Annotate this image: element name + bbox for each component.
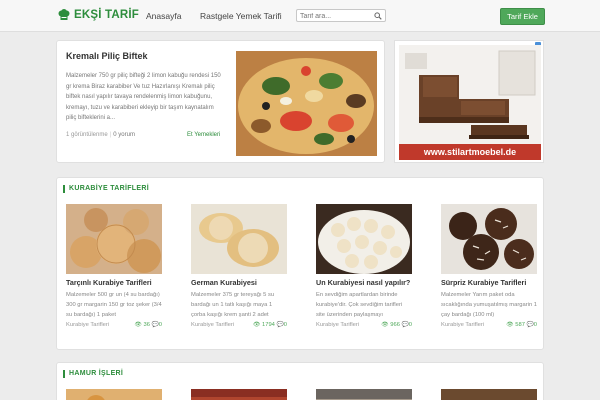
search-icon[interactable] [374,12,382,20]
meta-separator: | [109,132,112,138]
recipe-description: Malzemeler 375 gr tereyağı 5 su bardağı … [191,292,275,318]
recipe-comments: 0 [533,322,537,328]
view-icon: 👁 [506,322,514,328]
recipe-category[interactable]: Kurabiye Tarifleri [66,322,109,328]
recipe-comments: 0 [283,322,287,328]
recipe-stats: 👁 1794 💬0 [253,322,287,328]
advertisement-banner[interactable]: www.stilartmoebel.de [394,40,544,163]
recipe-meta: Kurabiye Tarifleri 👁 1794 💬0 [191,322,287,328]
recipe-title[interactable]: Un Kurabiyesi nasıl yapılır? [316,278,412,287]
comment-icon: 💬 [276,322,284,328]
recipe-meta: Kurabiye Tarifleri 👁 966 💬0 [316,322,412,328]
recipe-image[interactable] [441,389,537,400]
site-logo[interactable]: EKŞİ TARİF [57,8,139,22]
recipe-image[interactable] [66,204,162,274]
recipe-title[interactable]: Tarçınlı Kurabiye Tarifleri [66,278,162,287]
featured-recipe-description: Malzemeler 750 gr piliç bifteği 2 limon … [66,73,221,121]
recipe-stats: 👁 587 💬0 [506,322,537,328]
recipe-description: Malzemeler 500 gr un (4 su bardağı) 300 … [66,292,162,318]
search-box [296,9,386,22]
recipe-description: Malzemeler Yarım paket oda sıcaklığında … [441,292,537,318]
featured-views-count: 1 görüntülenme [66,132,108,138]
chef-hat-icon [58,9,70,20]
featured-recipe-image[interactable] [236,51,377,156]
top-navbar: EKŞİ TARİF Anasayfa Rastgele Yemek Tarif… [0,0,600,32]
recipe-card[interactable]: Sürpriz Kurabiye Tarifleri Malzemeler Ya… [441,204,537,328]
recipe-card[interactable]: Tarçınlı Kurabiye Tarifleri Malzemeler 5… [66,204,162,328]
featured-recipe-card[interactable]: Kremalı Piliç Biftek Malzemeler 750 gr p… [56,40,385,163]
recipe-image[interactable] [191,204,287,274]
section-kurabiye: KURABİYE TARİFLERİ Tarçınlı Kurabiye Tar… [56,177,544,350]
featured-comments-count[interactable]: 0 yorum [113,132,135,138]
comment-icon: 💬 [401,322,409,328]
recipe-comments: 0 [158,322,162,328]
recipe-title[interactable]: Sürpriz Kurabiye Tarifleri [441,278,537,287]
recipe-image[interactable] [441,204,537,274]
logo-text: EKŞİ TARİF [74,9,140,21]
recipe-card[interactable]: German Kurabiyesi Malzemeler 375 gr tere… [191,204,287,328]
nav-home-link[interactable]: Anasayfa [146,11,181,21]
recipe-comments: 0 [408,322,412,328]
view-icon: 👁 [381,322,389,328]
section-title-hamur[interactable]: HAMUR İŞLERİ [63,370,123,378]
comment-icon: 💬 [526,322,534,328]
recipe-card[interactable]: Un Kurabiyesi nasıl yapılır? En sevdiğim… [316,204,412,328]
featured-recipe-meta: 1 görüntülenme | 0 yorum [66,132,135,138]
ad-image[interactable]: www.stilartmoebel.de [399,45,541,160]
recipe-meta: Kurabiye Tarifleri 👁 587 💬0 [441,322,537,328]
nav-random-recipe-link[interactable]: Rastgele Yemek Tarifi [200,11,282,21]
comment-icon: 💬 [151,322,159,328]
section-hamur: HAMUR İŞLERİ [56,362,544,400]
recipe-category[interactable]: Kurabiye Tarifleri [316,322,359,328]
recipe-category[interactable]: Kurabiye Tarifleri [191,322,234,328]
recipe-image[interactable] [316,389,412,400]
view-icon: 👁 [253,322,261,328]
recipe-views: 1794 [262,322,275,328]
recipe-category[interactable]: Kurabiye Tarifleri [441,322,484,328]
recipe-views: 966 [390,322,400,328]
recipe-meta: Kurabiye Tarifleri 👁 36 💬0 [66,322,162,328]
recipe-stats: 👁 966 💬0 [381,322,412,328]
search-input[interactable] [300,11,372,21]
recipe-image[interactable] [191,389,287,400]
ad-url-text: www.stilartmoebel.de [423,147,516,157]
recipe-stats: 👁 36 💬0 [134,322,162,328]
recipe-image[interactable] [316,204,412,274]
add-recipe-button[interactable]: Tarif Ekle [500,8,545,25]
section-title-kurabiye[interactable]: KURABİYE TARİFLERİ [63,185,149,193]
recipe-title[interactable]: German Kurabiyesi [191,278,287,287]
view-icon: 👁 [134,322,142,328]
recipe-description: En sevdiğim apartlardan birinde kurabiye… [316,292,403,318]
recipe-views: 36 [143,322,150,328]
recipe-views: 587 [515,322,525,328]
featured-recipe-category[interactable]: Et Yemekleri [187,132,220,138]
recipe-image[interactable] [66,389,162,400]
featured-recipe-title[interactable]: Kremalı Piliç Biftek [66,51,148,61]
